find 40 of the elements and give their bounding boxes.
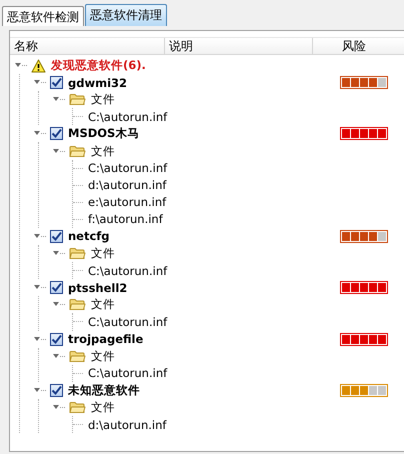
folder-icon — [69, 350, 86, 363]
folder-label[interactable]: 文件 — [91, 348, 115, 364]
folder-label[interactable]: 文件 — [91, 246, 115, 262]
file-path[interactable]: d:\autorun.inf — [88, 418, 166, 432]
tree-item-label: 发现恶意软件(6). — [51, 58, 146, 74]
folder-icon — [69, 144, 86, 158]
checkbox[interactable] — [50, 76, 63, 90]
folder-label[interactable]: 文件 — [91, 297, 115, 312]
file-path[interactable]: f:\autorun.inf — [88, 212, 163, 226]
folder-icon — [69, 247, 86, 260]
file-path[interactable]: C:\autorun.inf — [88, 366, 168, 380]
checkbox[interactable] — [50, 127, 63, 140]
file-path[interactable]: C:\autorun.inf — [88, 110, 168, 124]
checkbox[interactable] — [50, 332, 63, 346]
file-path[interactable]: C:\autorun.inf — [88, 161, 168, 176]
folder-label[interactable]: 文件 — [91, 92, 115, 108]
file-path[interactable]: C:\autorun.inf — [88, 264, 168, 278]
folder-icon — [69, 400, 86, 414]
file-path[interactable]: d:\autorun.inf — [88, 178, 166, 192]
checkbox[interactable] — [50, 230, 63, 243]
malware-name[interactable]: 未知恶意软件 — [68, 382, 140, 398]
malware-name[interactable]: gdwmi32 — [68, 76, 128, 90]
file-path[interactable]: C:\autorun.inf — [88, 314, 168, 329]
tab[interactable]: 恶意软件清理 — [85, 4, 167, 26]
malware-name[interactable]: netcfg — [68, 229, 110, 244]
folder-icon — [69, 93, 86, 106]
folder-label[interactable]: 文件 — [91, 144, 115, 159]
column-header[interactable]: 名称 — [10, 38, 165, 54]
file-path[interactable]: e:\autorun.inf — [88, 195, 166, 210]
warning-icon — [31, 58, 46, 73]
folder-label[interactable]: 文件 — [91, 400, 115, 415]
checkbox[interactable] — [50, 384, 63, 397]
column-header[interactable]: 说明 — [165, 38, 313, 54]
malware-name[interactable]: trojpagefile — [68, 332, 144, 346]
checkbox[interactable] — [50, 281, 63, 294]
tab[interactable]: 恶意软件检测 — [2, 6, 84, 26]
malware-name[interactable]: MSDOS木马 — [68, 126, 140, 142]
malware-name[interactable]: ptsshell2 — [68, 280, 128, 295]
folder-icon — [69, 298, 86, 312]
column-header[interactable]: 风险 — [313, 38, 404, 54]
